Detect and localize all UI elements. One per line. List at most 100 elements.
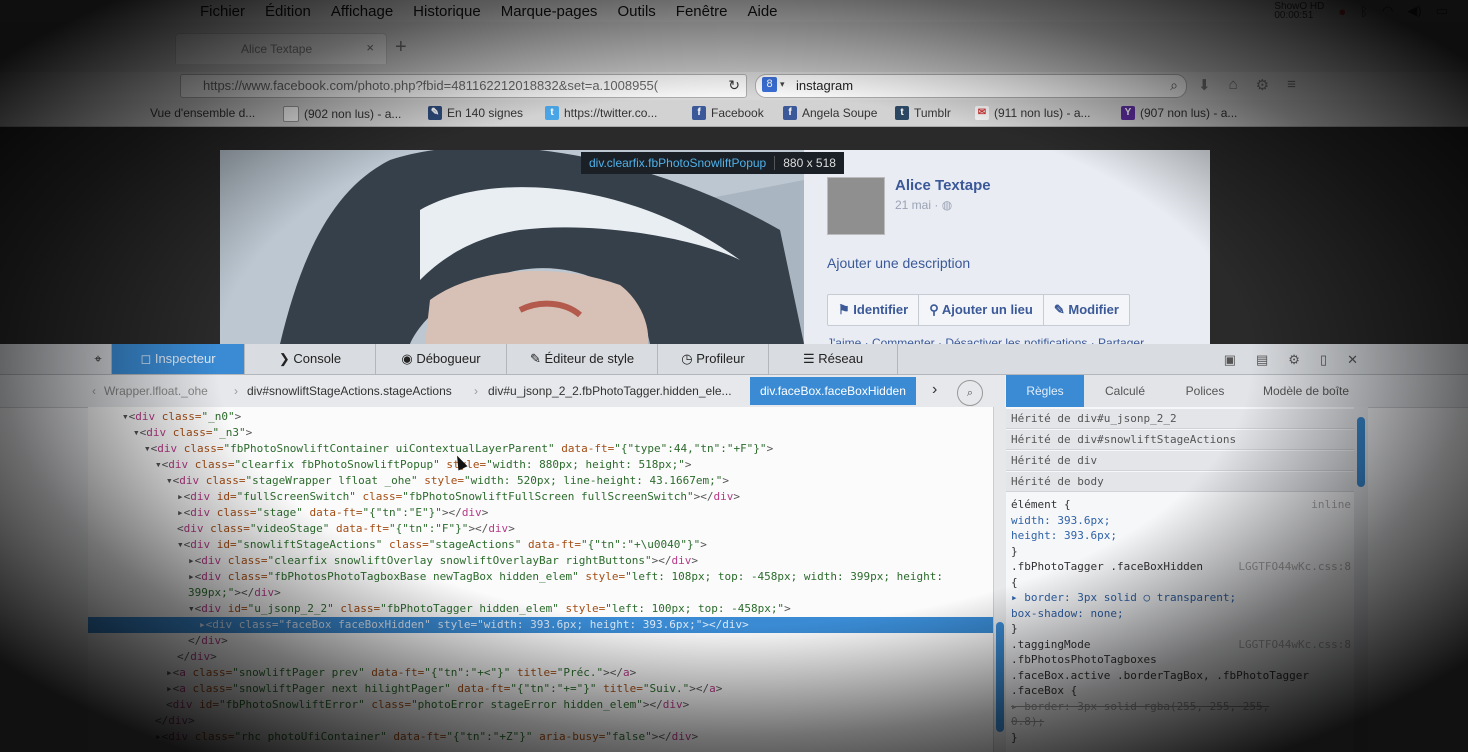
record-icon[interactable]: ● <box>1338 4 1346 19</box>
css-rule-line[interactable]: } <box>1011 730 1351 745</box>
markup-node[interactable]: 399px;"></div> <box>188 585 281 601</box>
css-rule-line[interactable]: ▸ border: 3px solid ○ transparent; <box>1011 590 1351 605</box>
browser-tab[interactable]: Alice Textape × <box>175 33 387 64</box>
tab-debugger[interactable]: ◉ Débogueur <box>376 344 507 374</box>
settings-icon[interactable]: ⚙ <box>1256 76 1269 94</box>
bookmark-item[interactable]: f Facebook <box>692 106 764 120</box>
download-icon[interactable]: ⬇ <box>1198 76 1211 94</box>
breadcrumb-item[interactable]: Wrapper.lfloat._ohe <box>104 384 208 398</box>
tab-console[interactable]: ❯ Console <box>245 344 376 374</box>
menu-outils[interactable]: Outils <box>617 3 655 20</box>
css-rule-line[interactable]: width: 393.6px; <box>1011 513 1351 528</box>
avatar[interactable] <box>827 177 885 235</box>
url-bar[interactable]: https://www.facebook.com/photo.php?fbid=… <box>180 74 747 98</box>
css-rule-line[interactable]: .taggingMode LGGTFO44wKc.css:8 <box>1011 637 1351 652</box>
markup-node[interactable]: ▸<a class="snowliftPager next hilightPag… <box>166 681 722 697</box>
css-rule-line[interactable]: .faceBox { <box>1011 683 1351 698</box>
url-text[interactable]: https://www.facebook.com/photo.php?fbid=… <box>203 78 713 93</box>
battery-icon[interactable]: ▭ <box>1436 3 1448 19</box>
menu-aide[interactable]: Aide <box>747 3 777 20</box>
bookmark-item[interactable]: Y (907 non lus) - a... <box>1121 106 1237 120</box>
new-tab-button[interactable]: + <box>395 36 407 59</box>
markup-node[interactable]: ▾<div class="_n3"> <box>133 425 252 441</box>
markup-node[interactable]: ▸<div class="clearfix snowliftOverlay sn… <box>188 553 698 569</box>
css-rule-line[interactable]: .fbPhotosPhotoTagboxes <box>1011 652 1351 667</box>
add-location-button[interactable]: ⚲ Ajouter un lieu <box>919 295 1044 325</box>
markup-node[interactable]: ▸<div id="fullScreenSwitch" class="fbPho… <box>177 489 740 505</box>
devtools-pick-icon[interactable]: ⌖ <box>85 344 112 374</box>
css-rule-line[interactable]: .faceBox.active .borderTagBox, .fbPhotoT… <box>1011 668 1351 683</box>
scrollbar-thumb[interactable] <box>996 622 1004 732</box>
markup-node[interactable]: ▾<div id="snowliftStageActions" class="s… <box>177 537 707 553</box>
rules-scrollbar[interactable] <box>1354 407 1368 752</box>
bookmark-item[interactable]: ✎ En 140 signes <box>428 106 523 120</box>
settings-icon[interactable]: ⚙ <box>1288 352 1300 368</box>
bookmark-item[interactable]: t https://twitter.co... <box>545 106 657 120</box>
markup-node[interactable]: </div> <box>177 649 217 665</box>
markup-node[interactable]: ▸<a class="snowliftPager prev" data-ft="… <box>166 665 636 681</box>
scrollbar-thumb[interactable] <box>1357 417 1365 487</box>
css-rule-line[interactable]: height: 393.6px; <box>1011 528 1351 543</box>
markup-node[interactable]: ▸<div class="stage" data-ft="{"tn":"E"}"… <box>177 505 488 521</box>
split-console-icon[interactable]: ▤ <box>1256 352 1268 368</box>
chevron-right-icon[interactable]: › <box>932 381 937 399</box>
tab-style-editor[interactable]: ✎ Éditeur de style <box>507 344 658 374</box>
bookmark-item[interactable]: f Angela Soupe <box>783 106 877 120</box>
tab-box-model[interactable]: Modèle de boîte <box>1246 375 1366 407</box>
css-rule-line[interactable]: élément {inline <box>1011 497 1351 512</box>
tab-profiler[interactable]: ◷ Profileur <box>658 344 769 374</box>
reload-icon[interactable]: ↻ <box>728 77 740 94</box>
breadcrumb-item[interactable]: div#snowliftStageActions.stageActions <box>247 384 452 398</box>
search-icon[interactable]: ⌕ <box>1170 77 1178 94</box>
photo-stage[interactable] <box>220 150 804 344</box>
tab-fonts[interactable]: Polices <box>1166 375 1244 407</box>
markup-node[interactable]: ▾<div id="u_jsonp_2_2" class="fbPhotoTag… <box>188 601 791 617</box>
markup-node[interactable]: ▸<div class="rhc photoUfiContainer" data… <box>155 729 698 745</box>
markup-node-selected[interactable]: ▸<div class="faceBox faceBoxHidden" styl… <box>88 617 993 633</box>
markup-scrollbar[interactable] <box>993 407 1006 752</box>
css-rule-line[interactable]: .fbPhotoTagger .faceBoxHidden LGGTFO44wKc… <box>1011 559 1351 574</box>
menu-fichier[interactable]: Fichier <box>200 3 245 20</box>
home-icon[interactable]: ⌂ <box>1229 76 1238 94</box>
bookmark-item[interactable]: t Tumblr <box>895 106 951 120</box>
wifi-icon[interactable]: ◠ <box>1382 3 1393 19</box>
search-input[interactable]: instagram <box>796 78 853 93</box>
search-icon[interactable]: ⌕ <box>957 380 983 406</box>
menu-icon[interactable]: ≡ <box>1287 76 1296 94</box>
menu-affichage[interactable]: Affichage <box>331 3 393 20</box>
tag-button[interactable]: ⚑ Identifier <box>828 295 920 325</box>
markup-node[interactable]: </div> <box>188 633 228 649</box>
css-rule-line[interactable]: { <box>1011 575 1351 590</box>
breadcrumb-item[interactable]: div#u_jsonp_2_2.fbPhotoTagger.hidden_ele… <box>488 384 732 398</box>
tab-rules[interactable]: Règles <box>1006 375 1084 407</box>
markup-node[interactable]: <div class="videoStage" data-ft="{"tn":"… <box>177 521 515 537</box>
markup-view[interactable]: ▾<div class="_n0"> ▾<div class="_n3"> ▾<di… <box>88 407 993 752</box>
markup-node[interactable]: ▾<div class="_n0"> <box>122 409 241 425</box>
tab-close-icon[interactable]: × <box>366 40 374 55</box>
menu-edition[interactable]: Édition <box>265 3 311 20</box>
menu-marque-pages[interactable]: Marque-pages <box>501 3 598 20</box>
bookmark-item[interactable]: (902 non lus) - a... <box>283 106 401 122</box>
menu-historique[interactable]: Historique <box>413 3 481 20</box>
tab-computed[interactable]: Calculé <box>1086 375 1164 407</box>
volume-icon[interactable]: ◀) <box>1407 3 1421 19</box>
search-bar[interactable]: 8 ▾ instagram ⌕ <box>755 74 1187 98</box>
edit-button[interactable]: ✎ Modifier <box>1044 295 1129 325</box>
responsive-icon[interactable]: ▣ <box>1224 352 1236 368</box>
breadcrumb-item-active[interactable]: div.faceBox.faceBoxHidden <box>750 377 916 405</box>
chevron-down-icon[interactable]: ▾ <box>780 79 785 90</box>
dock-icon[interactable]: ▯ <box>1320 352 1327 368</box>
bookmark-item[interactable]: Vue d'ensemble d... <box>150 106 255 120</box>
css-rule-line[interactable]: ▸ border: 3px solid rgba(255, 255, 255, <box>1011 699 1351 714</box>
menu-fenetre[interactable]: Fenêtre <box>676 3 728 20</box>
bluetooth-icon[interactable]: ᛒ <box>1360 4 1368 19</box>
markup-node[interactable]: </div> <box>155 713 195 729</box>
tab-network[interactable]: ☰ Réseau <box>769 344 898 374</box>
bookmark-item[interactable]: ✉ (911 non lus) - a... <box>975 106 1091 120</box>
close-icon[interactable]: ✕ <box>1347 352 1358 368</box>
css-rule-line[interactable]: } <box>1011 544 1351 559</box>
markup-node[interactable]: ▾<div class="clearfix fbPhotoSnowliftPop… <box>155 457 691 473</box>
css-rule-line[interactable]: 0.8); <box>1011 714 1351 729</box>
breadcrumb-prev-icon[interactable]: ‹ <box>92 384 96 398</box>
markup-node[interactable]: <div id="fbPhotoSnowliftError" class="ph… <box>166 697 689 713</box>
